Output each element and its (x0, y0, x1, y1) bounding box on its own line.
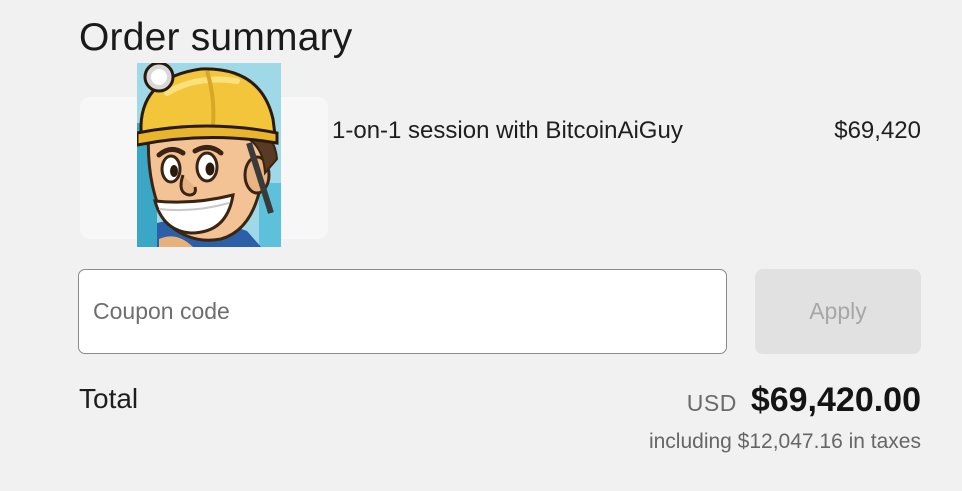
line-item-price: $69,420 (834, 117, 921, 144)
total-amount: USD $69,420.00 (687, 380, 921, 427)
total-label: Total (79, 383, 139, 414)
apply-coupon-button[interactable]: Apply (755, 269, 921, 354)
page-title: Order summary (79, 16, 353, 59)
taxes-note: including $12,047.16 in taxes (648, 430, 921, 453)
total-currency: USD (686, 390, 737, 416)
miner-avatar-icon (137, 63, 281, 247)
line-item-name: 1-on-1 session with BitcoinAiGuy (332, 117, 683, 144)
coupon-code-input[interactable] (78, 269, 727, 354)
product-image (137, 63, 281, 247)
order-summary-page: Order summary 1-on-1 session with Bitcoi… (0, 0, 962, 491)
total-value: $69,420.00 (750, 381, 921, 419)
